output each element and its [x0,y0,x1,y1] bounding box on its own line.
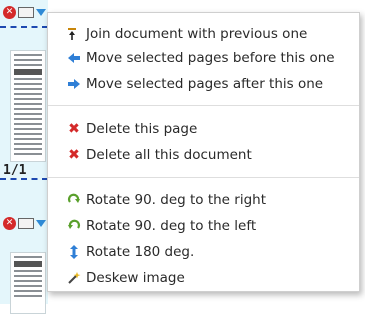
remove-page-icon[interactable]: ✕ [3,216,16,230]
page-context-menu: Join document with previous one Move sel… [47,12,360,292]
menu-item-label: Delete all this document [86,147,252,163]
join-pages-icon [66,26,82,42]
arrow-right-icon [66,76,82,92]
menu-item-label: Rotate 180 deg. [86,244,195,260]
rotate-180-icon [66,244,82,260]
dropdown-arrow-icon[interactable] [36,219,46,227]
menu-item-move-before[interactable]: Move selected pages before this one [66,47,335,69]
menu-item-label: Rotate 90. deg to the left [86,218,257,234]
keyboard-icon[interactable] [18,217,34,229]
menu-item-label: Join document with previous one [86,26,308,42]
menu-item-delete-document[interactable]: ✖ Delete all this document [66,144,252,166]
menu-item-label: Rotate 90. deg to the right [86,192,266,208]
remove-page-icon[interactable]: ✕ [3,5,16,19]
page-separator-dashed [0,26,48,28]
page-thumbnail[interactable] [10,252,46,314]
page-thumbnail[interactable] [10,50,46,162]
menu-item-rotate-left[interactable]: Rotate 90. deg to the left [66,215,256,237]
page-controls-top: ✕ [3,4,46,20]
keyboard-icon[interactable] [18,6,34,18]
page-controls-bottom: ✕ [3,215,46,231]
menu-separator [48,177,359,178]
menu-item-label: Move selected pages before this one [86,50,335,66]
menu-item-label: Delete this page [86,121,198,137]
delete-x-icon: ✖ [68,147,80,163]
page-thumbnail-strip: ✕ 1/1 ✕ [0,0,48,314]
menu-item-deskew-image[interactable]: Deskew image [66,267,185,289]
magic-wand-icon [66,270,82,286]
menu-item-label: Deskew image [86,270,185,286]
menu-item-delete-page[interactable]: ✖ Delete this page [66,118,197,140]
menu-item-move-after[interactable]: Move selected pages after this one [66,73,323,95]
menu-item-label: Move selected pages after this one [86,76,324,92]
delete-x-icon: ✖ [68,121,80,137]
menu-separator [48,105,359,106]
arrow-left-icon [66,50,82,66]
page-separator-dashed [0,178,48,180]
dropdown-arrow-icon[interactable] [36,8,46,16]
menu-item-rotate-right[interactable]: Rotate 90. deg to the right [66,189,266,211]
menu-item-rotate-180[interactable]: Rotate 180 deg. [66,241,194,263]
rotate-right-icon [66,192,82,208]
rotate-left-icon [66,218,82,234]
menu-item-join-document[interactable]: Join document with previous one [66,23,307,45]
page-counter: 1/1 [3,163,27,178]
